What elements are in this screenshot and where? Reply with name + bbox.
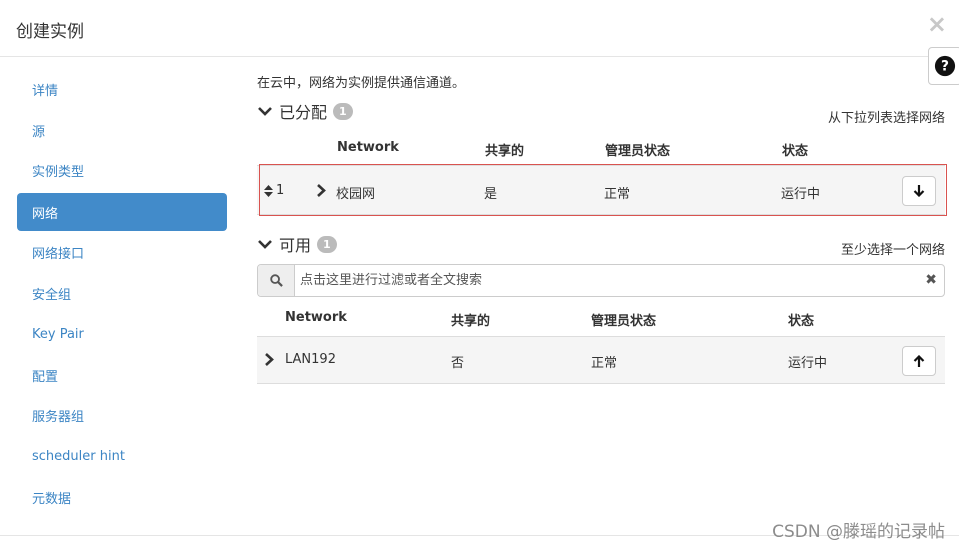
sidebar-item-key-pair[interactable]: Key Pair — [17, 314, 227, 355]
allocated-col-network[interactable]: Network — [337, 140, 399, 155]
allocated-hint: 从下拉列表选择网络 — [827, 111, 945, 126]
modal-header: 创建实例 × — [0, 0, 959, 57]
clear-icon[interactable]: ✖ — [925, 272, 937, 288]
search-input[interactable] — [300, 265, 920, 296]
arrow-up-icon — [913, 355, 925, 367]
close-icon[interactable]: × — [927, 12, 947, 36]
sidebar-item-networks[interactable]: 网络 — [17, 193, 227, 232]
create-instance-modal: 创建实例 × ? 详情 源 实例类型 网络 网络接口 安全组 Key Pair … — [0, 0, 959, 547]
available-count-badge: 1 — [317, 235, 337, 253]
sidebar-item-source[interactable]: 源 — [17, 110, 227, 151]
allocated-count-badge: 1 — [333, 102, 353, 120]
watermark: CSDN @滕瑶的记录帖 — [772, 522, 945, 542]
row-status: 运行中 — [788, 356, 828, 371]
chevron-down-icon — [258, 107, 272, 116]
available-hint: 至少选择一个网络 — [840, 243, 945, 258]
sidebar-item-flavor[interactable]: 实例类型 — [17, 151, 227, 192]
filter-search-bar: ✖ — [257, 264, 945, 297]
help-button[interactable]: ? — [928, 47, 959, 85]
search-icon — [269, 274, 283, 287]
sidebar-item-server-groups[interactable]: 服务器组 — [17, 396, 227, 437]
allocate-button[interactable] — [902, 346, 936, 376]
allocated-col-status[interactable]: 状态 — [782, 140, 808, 159]
table-row: LAN192 否 正常 运行中 — [257, 336, 945, 384]
row-shared: 否 — [451, 356, 465, 371]
help-glyph: ? — [941, 59, 949, 75]
allocated-section-toggle[interactable]: 已分配 1 — [257, 99, 353, 123]
allocated-col-shared[interactable]: 共享的 — [485, 140, 524, 159]
search-addon — [258, 265, 295, 296]
row-admin-state: 正常 — [591, 356, 618, 371]
allocated-col-admin-state[interactable]: 管理员状态 — [605, 140, 670, 159]
available-section-toggle[interactable]: 可用 1 — [257, 232, 337, 256]
available-title: 可用 — [279, 236, 312, 255]
sidebar-item-details[interactable]: 详情 — [17, 69, 227, 110]
sidebar-item-scheduler-hint[interactable]: scheduler hint — [17, 436, 227, 477]
available-col-network[interactable]: Network — [285, 310, 347, 325]
modal-title: 创建实例 — [16, 22, 84, 42]
chevron-right-icon[interactable] — [264, 353, 274, 366]
chevron-down-icon — [258, 240, 272, 249]
sidebar-item-metadata[interactable]: 元数据 — [17, 477, 227, 518]
allocated-title: 已分配 — [279, 103, 328, 122]
available-col-status[interactable]: 状态 — [788, 310, 814, 329]
intro-text: 在云中，网络为实例提供通信通道。 — [257, 76, 466, 91]
row-network-name: LAN192 — [285, 352, 336, 367]
sidebar-item-security-groups[interactable]: 安全组 — [17, 273, 227, 314]
allocated-row-highlight — [259, 164, 947, 216]
question-circle-icon: ? — [934, 55, 956, 77]
sidebar-item-configuration[interactable]: 配置 — [17, 355, 227, 396]
wizard-sidebar: 详情 源 实例类型 网络 网络接口 安全组 Key Pair 配置 服务器组 s… — [17, 69, 227, 518]
available-col-shared[interactable]: 共享的 — [451, 310, 490, 329]
available-col-admin-state[interactable]: 管理员状态 — [591, 310, 656, 329]
sidebar-item-network-ports[interactable]: 网络接口 — [17, 232, 227, 273]
